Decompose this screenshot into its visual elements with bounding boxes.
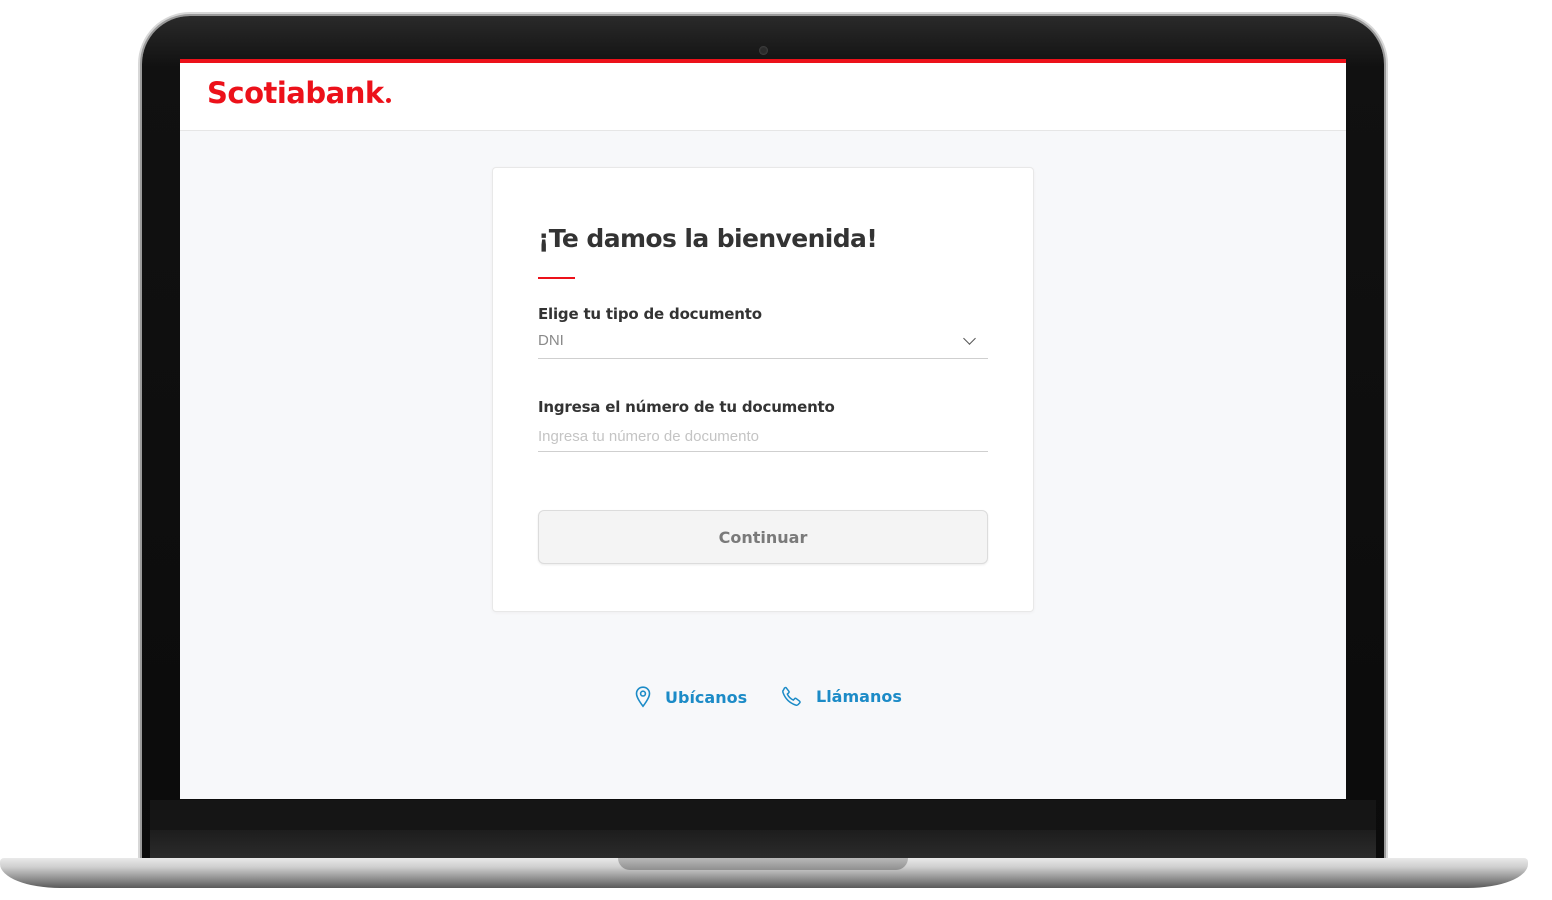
scotiabank-logo[interactable]: Scotiabank bbox=[207, 76, 391, 110]
chevron-down-icon bbox=[963, 332, 976, 345]
locate-us-label: Ubícanos bbox=[665, 687, 748, 707]
document-type-value: DNI bbox=[538, 332, 564, 349]
logo-text: Scotiabank bbox=[207, 76, 384, 110]
login-card: ¡Te damos la bienvenida! Elige tu tipo d… bbox=[492, 167, 1034, 612]
laptop-base-notch bbox=[618, 858, 908, 870]
title-underline bbox=[538, 277, 575, 279]
site-header: Scotiabank bbox=[180, 63, 1346, 131]
document-type-select[interactable]: DNI bbox=[538, 328, 988, 359]
call-us-label: Llámanos bbox=[816, 686, 902, 706]
document-number-label: Ingresa el número de tu documento bbox=[538, 398, 835, 416]
call-us-link[interactable]: Llámanos bbox=[782, 686, 902, 706]
continue-button[interactable]: Continuar bbox=[538, 510, 988, 564]
laptop-bezel-bottom bbox=[150, 800, 1376, 830]
document-type-label: Elige tu tipo de documento bbox=[538, 305, 762, 323]
phone-icon bbox=[782, 686, 802, 706]
laptop-hinge bbox=[150, 830, 1376, 860]
laptop-mockup: Scotiabank ¡Te damos la bienvenida! Elig… bbox=[0, 0, 1552, 900]
page-title: ¡Te damos la bienvenida! bbox=[538, 224, 878, 253]
location-pin-icon bbox=[635, 686, 651, 708]
webcam bbox=[759, 46, 768, 55]
document-number-input[interactable] bbox=[538, 421, 988, 452]
browser-screen: Scotiabank ¡Te damos la bienvenida! Elig… bbox=[180, 59, 1346, 799]
locate-us-link[interactable]: Ubícanos bbox=[635, 686, 747, 708]
logo-dot bbox=[385, 98, 391, 103]
